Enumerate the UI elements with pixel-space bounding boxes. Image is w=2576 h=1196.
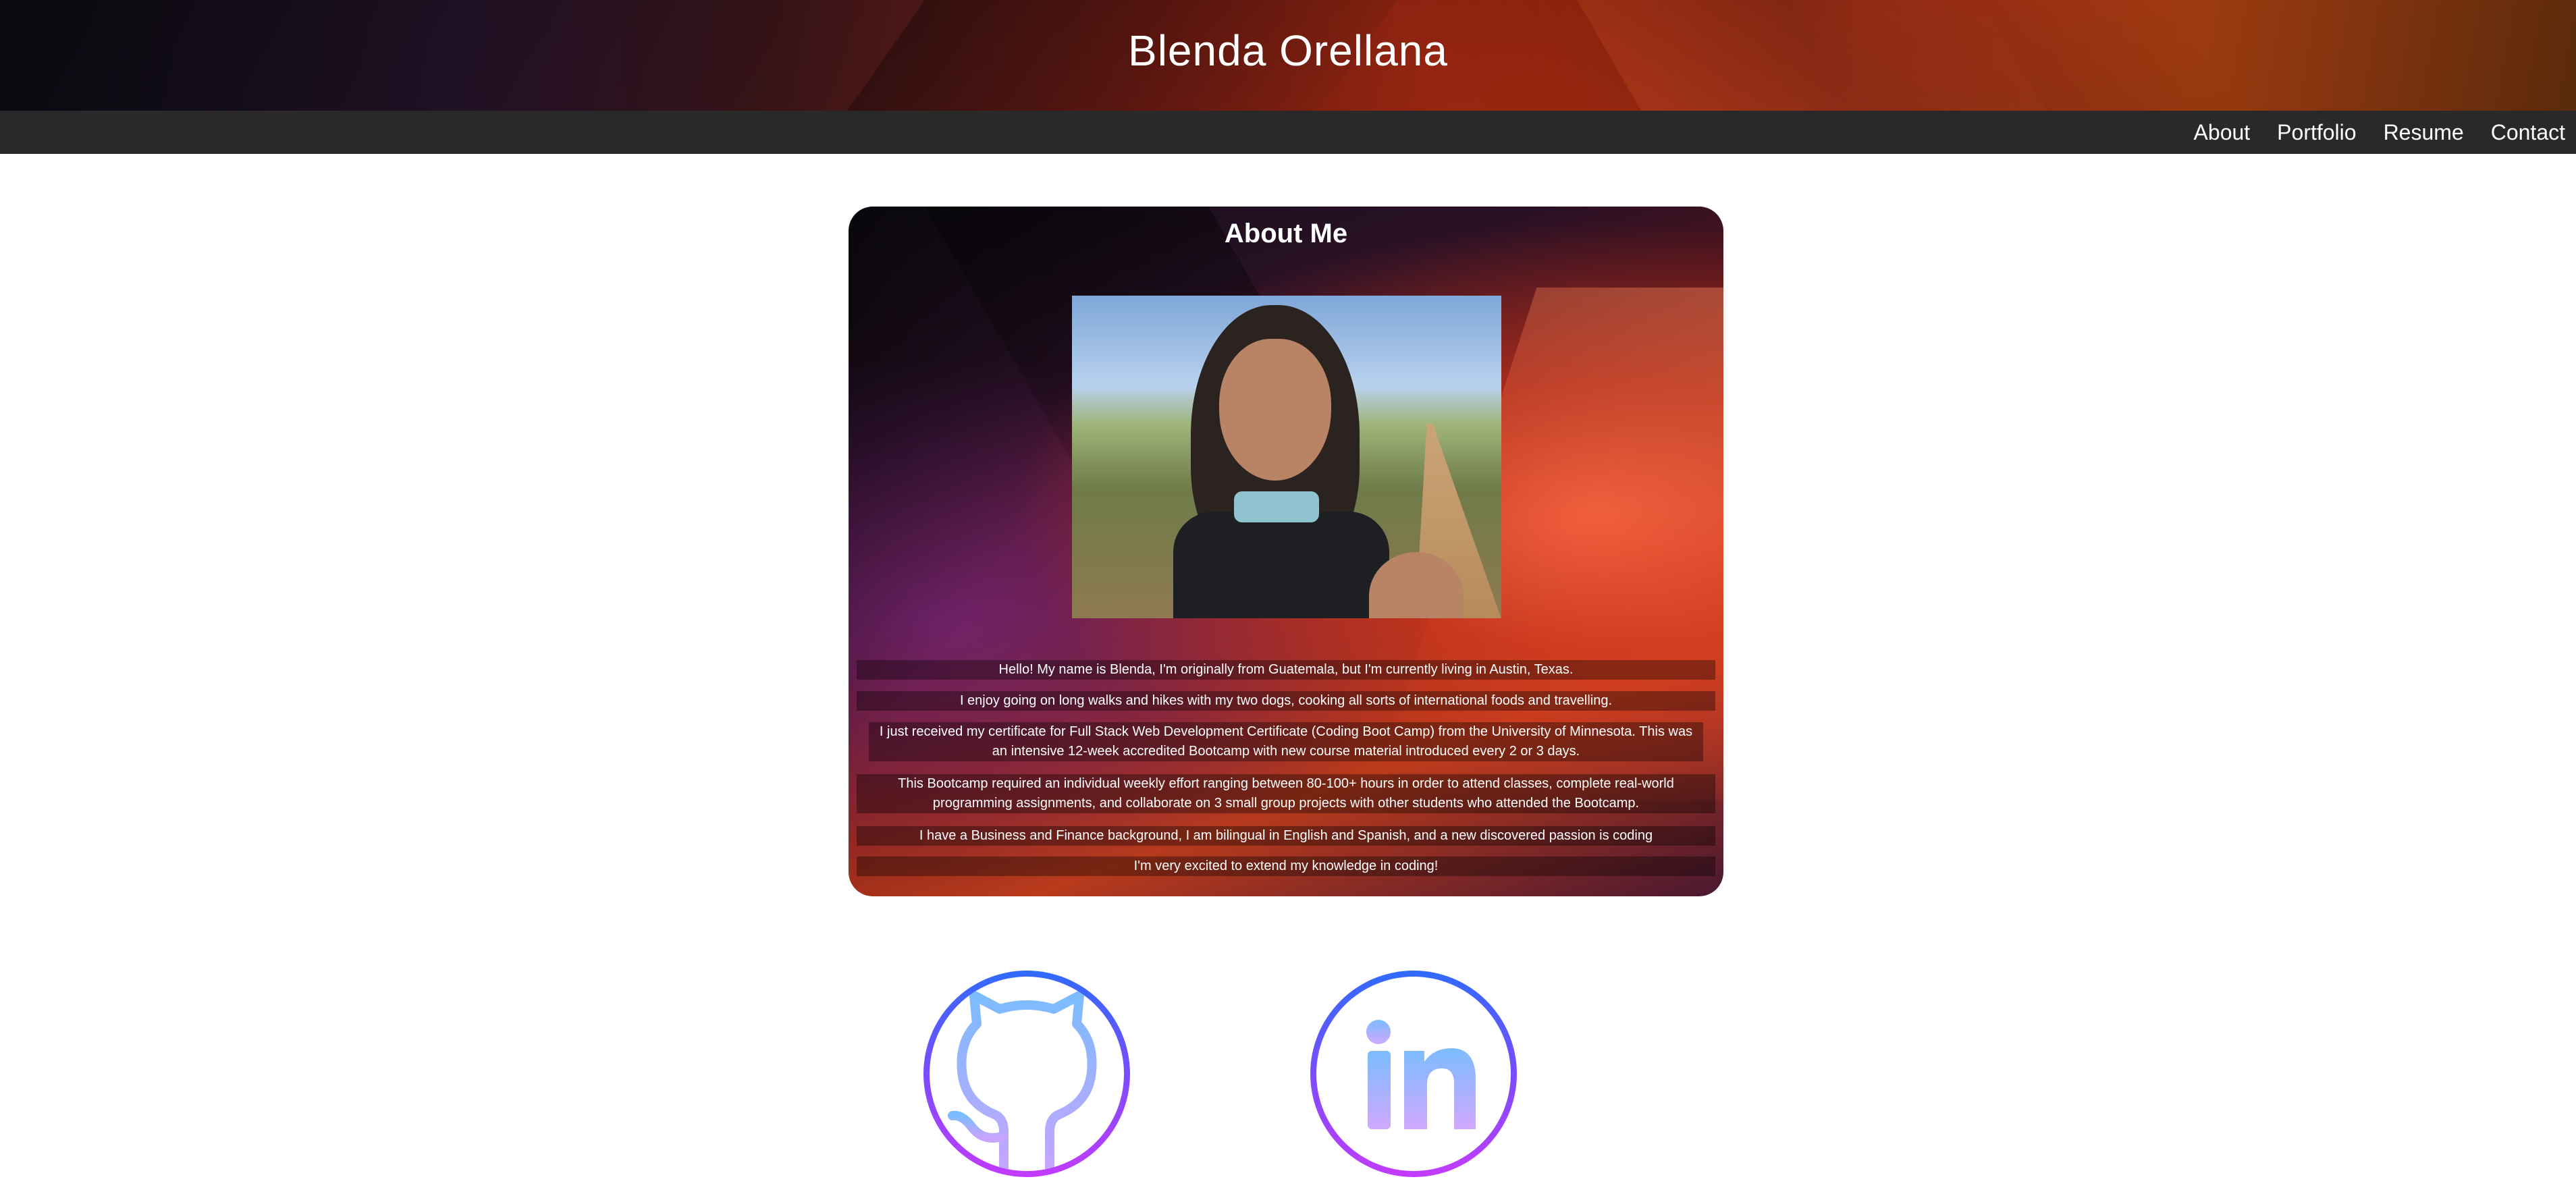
navbar: About Portfolio Resume Contact — [0, 111, 2576, 154]
profile-photo — [1072, 296, 1501, 618]
about-paragraph: I just received my certificate for Full … — [869, 722, 1703, 761]
github-icon — [948, 991, 1097, 1171]
about-paragraph: I'm very excited to extend my knowledge … — [857, 857, 1715, 876]
nav-resume[interactable]: Resume — [2384, 120, 2464, 145]
about-paragraph-block: I enjoy going on long walks and hikes wi… — [857, 691, 1715, 711]
about-paragraph-block: This Bootcamp required an individual wee… — [857, 774, 1715, 813]
nav-contact[interactable]: Contact — [2491, 120, 2565, 145]
about-paragraph: I have a Business and Finance background… — [857, 826, 1715, 846]
github-link[interactable] — [923, 971, 1130, 1177]
linkedin-icon — [1366, 1020, 1476, 1129]
about-paragraph: Hello! My name is Blenda, I'm originally… — [857, 660, 1715, 680]
about-title: About Me — [1224, 219, 1348, 248]
site-title: Blenda Orellana — [1128, 26, 1448, 75]
nav-portfolio[interactable]: Portfolio — [2277, 120, 2356, 145]
about-paragraph-block: I'm very excited to extend my knowledge … — [857, 857, 1715, 876]
about-card: About Me Hello! My name is Blenda, I'm o… — [849, 207, 1723, 896]
about-paragraph: This Bootcamp required an individual wee… — [857, 774, 1715, 813]
about-paragraph-block: I just received my certificate for Full … — [869, 722, 1703, 761]
nav-about[interactable]: About — [2194, 120, 2251, 145]
header-banner: Blenda Orellana — [0, 0, 2576, 111]
about-paragraph-block: I have a Business and Finance background… — [857, 826, 1715, 846]
about-paragraph: I enjoy going on long walks and hikes wi… — [857, 691, 1715, 711]
nav-links: About Portfolio Resume Contact — [2167, 111, 2565, 154]
linkedin-link[interactable] — [1310, 971, 1517, 1177]
about-paragraph-block: Hello! My name is Blenda, I'm originally… — [857, 660, 1715, 680]
